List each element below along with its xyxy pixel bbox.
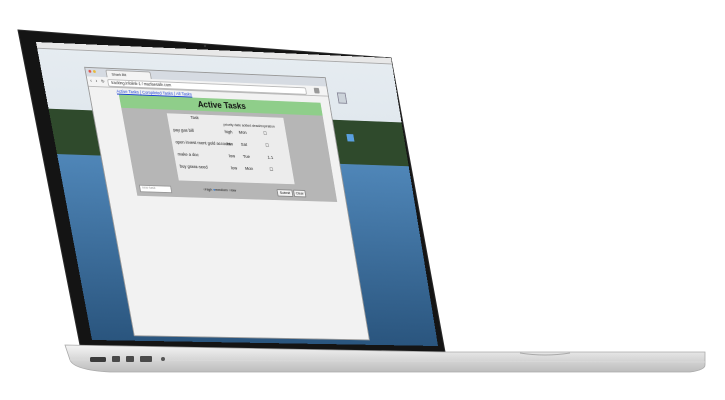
reload-icon[interactable]: ↻ xyxy=(101,79,105,85)
task-mark[interactable]: ☐ xyxy=(263,131,268,137)
task-date: Mon xyxy=(244,166,254,171)
task-table: Task priority date added dead/expiration… xyxy=(166,113,295,185)
new-task-placeholder: new task xyxy=(141,185,156,190)
task-name: make a doc xyxy=(177,151,200,158)
task-panel: Active Tasks Task priority date added de… xyxy=(118,94,338,202)
task-mark[interactable]: 1.1 xyxy=(267,155,273,160)
task-date: Mon xyxy=(238,129,248,135)
task-mark[interactable]: ☐ xyxy=(269,167,274,173)
browser-window: Shark Bit ‹ › ↻ tracking.infolink-1 / ma… xyxy=(84,66,370,341)
menu-icon[interactable] xyxy=(313,87,320,94)
clear-button[interactable]: Clear xyxy=(293,189,307,198)
table-row: pay gas bill high Mon ☐ xyxy=(171,126,282,138)
task-name: open invest ment gold account xyxy=(175,139,232,147)
task-priority: high xyxy=(224,129,233,135)
close-window-icon[interactable] xyxy=(88,69,92,73)
task-priority: low xyxy=(226,141,234,147)
task-name: pay gas bill xyxy=(172,127,195,133)
table-row: make a doc low Tue 1.1 xyxy=(175,151,286,163)
table-row: open invest ment gold account low Sat ☐ xyxy=(173,139,284,151)
address-text: tracking.infolink-1 / mazlaesafe.com xyxy=(110,80,172,88)
desktop-drive-icon[interactable] xyxy=(336,92,348,104)
desktop-folder-icon[interactable] xyxy=(346,133,355,142)
task-date: Tue xyxy=(242,154,251,159)
task-priority: low xyxy=(230,165,238,171)
forward-icon[interactable]: › xyxy=(95,79,98,85)
laptop-screen: Shark Bit ‹ › ↻ tracking.infolink-1 / ma… xyxy=(36,42,439,347)
task-name: buy grass-seed xyxy=(179,163,209,170)
task-header: Task xyxy=(190,115,200,121)
title-band: Active Tasks xyxy=(118,94,323,116)
task-list: pay gas bill high Mon ☐ open invest ment… xyxy=(171,126,293,182)
page-title: Active Tasks xyxy=(196,99,247,111)
nav-link-all[interactable]: All Tasks xyxy=(176,91,193,96)
new-task-input[interactable]: new task xyxy=(138,184,173,194)
tab-title: Shark Bit xyxy=(111,71,127,78)
table-row: buy grass-seed low Mon ☐ xyxy=(177,163,287,175)
priority-radio-group: ○high ●medium ○low xyxy=(202,186,237,193)
task-mark[interactable]: ☐ xyxy=(265,143,270,149)
back-icon[interactable]: ‹ xyxy=(90,78,93,84)
sort-header[interactable]: priority date added dead/expiration xyxy=(223,123,275,129)
task-priority: low xyxy=(228,153,236,159)
minimize-window-icon[interactable] xyxy=(92,70,97,73)
task-date: Sat xyxy=(240,141,248,147)
submit-button[interactable]: Submit xyxy=(276,189,294,197)
